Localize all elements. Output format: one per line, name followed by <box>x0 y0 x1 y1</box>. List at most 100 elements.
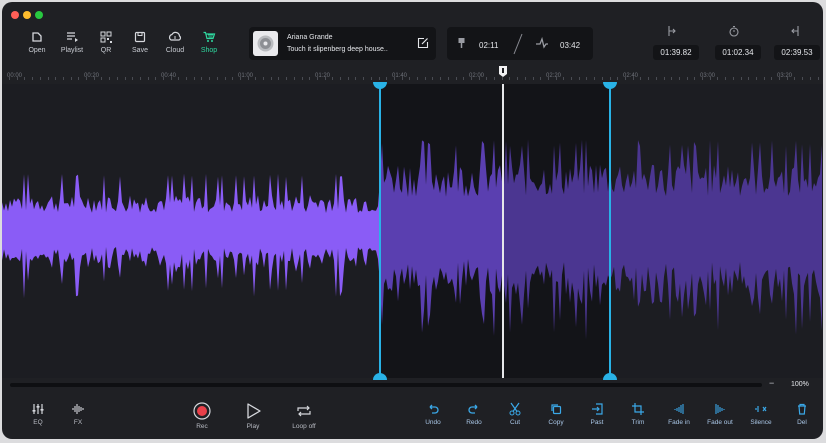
ruler-tick <box>794 77 795 80</box>
disc-icon <box>257 35 274 52</box>
ruler-tick <box>664 77 665 80</box>
edit-icon[interactable] <box>417 37 429 49</box>
ruler-tick <box>109 77 110 80</box>
ruler-tick <box>463 77 464 80</box>
undo-button[interactable]: Undo <box>415 402 451 426</box>
ruler-tick <box>148 77 149 80</box>
qr-code-icon <box>100 31 112 43</box>
play-button[interactable]: Play <box>235 402 271 430</box>
selection-end-handle-top[interactable] <box>603 82 617 90</box>
delete-button[interactable]: Del <box>784 402 820 426</box>
minimize-window-button[interactable] <box>23 11 31 19</box>
open-button[interactable]: Open <box>20 30 54 54</box>
ruler-tick <box>687 77 688 80</box>
cloud-button[interactable]: Cloud <box>158 30 192 54</box>
ruler-tick <box>155 77 156 80</box>
fade-in-button[interactable]: Fade in <box>661 402 697 426</box>
playlist-icon <box>67 32 78 42</box>
waveform-area[interactable] <box>2 82 823 380</box>
end-marker-icon <box>536 37 548 49</box>
paste-label: Past <box>590 419 604 426</box>
fx-button[interactable]: FX <box>60 402 96 426</box>
silence-button[interactable]: Silence <box>743 402 779 426</box>
paste-button[interactable]: Past <box>579 402 615 426</box>
ruler-tick <box>225 77 226 80</box>
ruler-tick <box>132 77 133 80</box>
crop-icon <box>632 403 644 415</box>
play-icon <box>247 403 261 419</box>
ruler-tick <box>348 77 349 80</box>
zoom-out-button[interactable]: − <box>769 378 774 388</box>
ruler-tick <box>764 77 765 80</box>
delete-label: Del <box>797 419 807 426</box>
undo-icon <box>429 404 439 414</box>
zoom-window-button[interactable] <box>35 11 43 19</box>
record-label: Rec <box>196 423 208 430</box>
ruler-tick <box>171 77 172 80</box>
cut-button[interactable]: Cut <box>497 402 533 426</box>
ruler-tick <box>625 77 626 80</box>
ruler-tick <box>86 77 87 80</box>
waveform-after-selection <box>610 140 822 335</box>
redo-icon <box>468 404 478 414</box>
track-artist: Ariana Grande <box>287 34 333 41</box>
selection-start-readout: 01:39.82 <box>653 45 699 60</box>
timeline-ruler[interactable]: 00:00 00:20 00:40 01:00 01:20 01:40 02:00 02:20… <box>2 66 823 84</box>
ruler-tick <box>594 77 595 80</box>
playlist-button[interactable]: Playlist <box>55 30 89 54</box>
ruler-tick <box>194 77 195 80</box>
ruler-tick <box>286 77 287 80</box>
ruler-tick <box>332 77 333 80</box>
ruler-tick <box>217 77 218 80</box>
stopwatch-icon <box>729 26 739 37</box>
selection-start-handle-bottom[interactable] <box>373 372 387 380</box>
duration-readout: 01:02.34 <box>715 45 761 60</box>
ruler-tick <box>779 77 780 80</box>
ruler-tick <box>702 77 703 80</box>
ruler-tick <box>409 77 410 80</box>
ruler-tick <box>810 77 811 80</box>
ruler-tick <box>756 77 757 80</box>
track-title: Touch it slipenberg deep house.. <box>287 46 388 53</box>
qr-button[interactable]: QR <box>89 30 123 54</box>
open-label: Open <box>28 47 46 54</box>
horizontal-scrollbar[interactable] <box>10 383 762 387</box>
eq-button[interactable]: EQ <box>20 402 56 426</box>
trim-button[interactable]: Trim <box>620 402 656 426</box>
play-label: Play <box>246 423 260 430</box>
selection-end-marker[interactable] <box>609 84 611 378</box>
ruler-tick <box>787 77 788 80</box>
selection-start-handle-top[interactable] <box>373 82 387 90</box>
fade-in-label: Fade in <box>668 419 690 426</box>
playhead[interactable] <box>502 84 504 378</box>
fade-out-button[interactable]: Fade out <box>702 402 738 426</box>
ruler-tick <box>509 77 510 80</box>
ruler-tick <box>325 77 326 80</box>
trim-label: Trim <box>631 419 645 426</box>
fade-in-icon <box>674 404 684 414</box>
ruler-tick <box>55 77 56 80</box>
fx-waveform-icon <box>72 404 84 414</box>
redo-button[interactable]: Redo <box>456 402 492 426</box>
ruler-tick <box>17 77 18 80</box>
save-button[interactable]: Save <box>123 30 157 54</box>
playhead-handle[interactable] <box>498 65 508 78</box>
close-window-button[interactable] <box>11 11 19 19</box>
ruler-tick <box>101 77 102 80</box>
selection-end-handle-bottom[interactable] <box>603 372 617 380</box>
copy-button[interactable]: Copy <box>538 402 574 426</box>
cart-icon <box>203 31 216 42</box>
record-button[interactable]: Rec <box>184 402 220 430</box>
copy-label: Copy <box>548 419 564 426</box>
ruler-tick <box>617 77 618 80</box>
ruler-tick <box>725 77 726 80</box>
ruler-tick <box>494 77 495 80</box>
ruler-tick <box>278 77 279 80</box>
ruler-tick <box>24 77 25 80</box>
ruler-tick <box>386 77 387 80</box>
selection-start-marker[interactable] <box>379 84 381 378</box>
loop-button[interactable]: Loop off <box>286 402 322 430</box>
fade-out-label: Fade out <box>707 419 733 426</box>
shop-button[interactable]: Shop <box>192 30 226 54</box>
copy-icon <box>551 404 562 415</box>
